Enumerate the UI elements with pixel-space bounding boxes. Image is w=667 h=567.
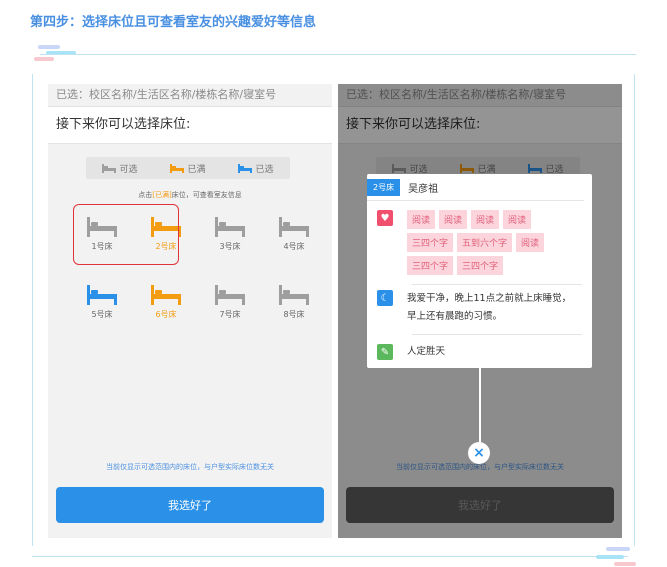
bed-label: 3号床 bbox=[219, 242, 241, 251]
decor-bar bbox=[34, 57, 54, 61]
frame-right-line bbox=[634, 74, 635, 546]
hobby-row: ♥ 阅读 阅读 阅读 阅读 三四个字 五到六个字 阅读 三四个字 三四个字 bbox=[377, 210, 582, 275]
bed-label: 6号床 bbox=[155, 310, 177, 319]
bed-3[interactable]: 3号床 bbox=[200, 205, 260, 265]
decor-bar bbox=[606, 547, 630, 551]
roommate-popup: 2号床 吴彦祖 ♥ 阅读 阅读 阅读 阅读 三四个字 五到六个字 阅读 三四个字 三四个字 ☾ … bbox=[367, 174, 592, 368]
selection-highlight bbox=[73, 204, 179, 265]
bed-icon bbox=[215, 285, 245, 305]
decor-bar bbox=[596, 555, 624, 559]
decor-line bbox=[40, 54, 636, 55]
bed-icon bbox=[279, 285, 309, 305]
decor-bar bbox=[614, 562, 636, 566]
bed-label: 7号床 bbox=[219, 310, 241, 319]
bed-selection-screen: 已选：校区名称/生活区名称/楼栋名称/寝室号 接下来你可以选择床位: 可选 已满… bbox=[48, 84, 332, 538]
hobby-tag: 阅读 bbox=[471, 210, 500, 229]
frame-left-line bbox=[32, 74, 33, 546]
hobby-tag: 三四个字 bbox=[457, 256, 504, 275]
hobby-tag: 阅读 bbox=[439, 210, 468, 229]
legend-available: 可选 bbox=[102, 162, 138, 175]
bed-icon bbox=[102, 163, 117, 173]
divider bbox=[412, 284, 582, 285]
bed-7[interactable]: 7号床 bbox=[200, 273, 260, 333]
divider bbox=[412, 334, 582, 335]
prompt-text: 接下来你可以选择床位: bbox=[48, 107, 332, 144]
bed-icon bbox=[170, 163, 185, 173]
note-text: 当前仅显示可选范围内的床位，与户型实际床位数无关 bbox=[106, 463, 274, 471]
confirm-button[interactable]: 我选好了 bbox=[56, 487, 324, 523]
heart-icon: ♥ bbox=[377, 210, 393, 226]
bed-icon bbox=[215, 217, 245, 237]
bed-number-tag: 2号床 bbox=[367, 178, 401, 196]
hobby-tags: 阅读 阅读 阅读 阅读 三四个字 五到六个字 阅读 三四个字 三四个字 bbox=[407, 210, 577, 275]
legend-selected: 已选 bbox=[238, 162, 274, 175]
habit-text: 我爱干净，晚上11点之前就上床睡觉，早上还有晨跑的习惯。 bbox=[407, 293, 572, 322]
bed-label: 4号床 bbox=[283, 242, 305, 251]
decor-bar bbox=[38, 45, 60, 49]
bed-8[interactable]: 8号床 bbox=[264, 273, 324, 333]
bed-6[interactable]: 6号床 bbox=[136, 273, 196, 333]
close-icon[interactable]: × bbox=[468, 442, 490, 464]
bed-icon bbox=[238, 163, 253, 173]
hobby-tag: 三四个字 bbox=[407, 233, 454, 252]
hobby-tag: 阅读 bbox=[407, 210, 436, 229]
hobby-tag: 五到六个字 bbox=[457, 233, 513, 252]
decor-line bbox=[32, 556, 628, 557]
pen-icon: ✎ bbox=[377, 344, 393, 360]
bed-legend: 可选 已满 已选 bbox=[86, 157, 290, 179]
motto-text: 人定胜天 bbox=[407, 346, 446, 357]
step-title: 第四步：选择床位且可查看室友的兴趣爱好等信息 bbox=[30, 15, 317, 30]
hobby-tag: 三四个字 bbox=[407, 256, 454, 275]
hobby-tag: 阅读 bbox=[516, 233, 545, 252]
motto-row: ✎ 人定胜天 bbox=[377, 344, 582, 360]
popup-connector bbox=[479, 368, 481, 444]
bed-icon bbox=[151, 285, 181, 305]
roommate-info-screen: 已选：校区名称/生活区名称/楼栋名称/寝室号 接下来你可以选择床位: 可选 已满… bbox=[338, 84, 622, 538]
legend-full: 已满 bbox=[170, 162, 206, 175]
moon-icon: ☾ bbox=[377, 290, 393, 306]
bed-5[interactable]: 5号床 bbox=[72, 273, 132, 333]
selected-info: 已选：校区名称/生活区名称/楼栋名称/寝室号 bbox=[48, 84, 332, 107]
bed-label: 5号床 bbox=[91, 310, 113, 319]
habit-row: ☾ 我爱干净，晚上11点之前就上床睡觉，早上还有晨跑的习惯。 bbox=[377, 290, 582, 326]
roommate-name: 吴彦祖 bbox=[408, 183, 439, 195]
hint-text: 点击[已满]床位，可查看室友信息 bbox=[138, 191, 242, 199]
bed-label: 8号床 bbox=[283, 310, 305, 319]
bed-icon bbox=[87, 285, 117, 305]
bed-4[interactable]: 4号床 bbox=[264, 205, 324, 265]
bed-icon bbox=[279, 217, 309, 237]
hobby-tag: 阅读 bbox=[503, 210, 532, 229]
